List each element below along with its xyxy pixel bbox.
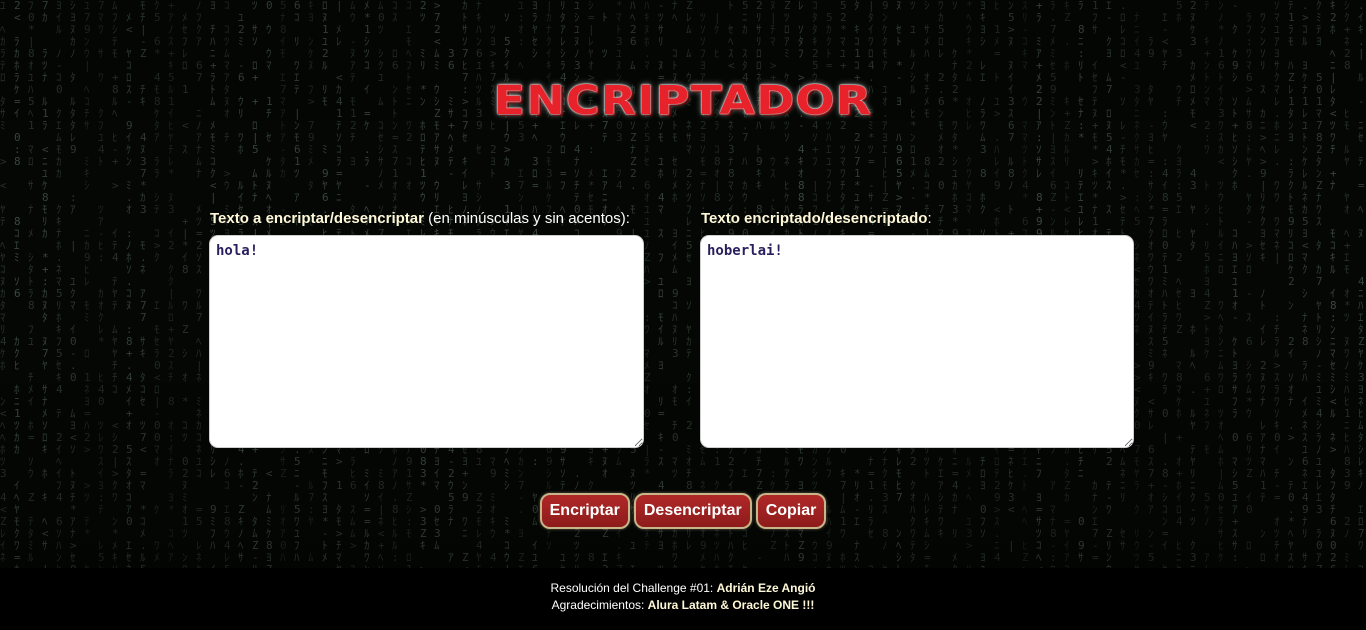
footer-author: Adrián Eze Angió (716, 581, 816, 595)
output-label-rest: : (927, 210, 932, 227)
copy-button[interactable]: Copiar (755, 493, 827, 529)
input-textarea[interactable] (209, 235, 644, 448)
footer: Resolución del Challenge #01: Adrián Eze… (0, 568, 1366, 630)
input-label-rest: (en minúsculas y sin acentos): (423, 210, 630, 227)
input-label-bold: Texto a encriptar/desencriptar (210, 210, 424, 227)
encrypt-button[interactable]: Encriptar (539, 493, 630, 529)
output-textarea[interactable] (700, 235, 1134, 448)
footer-credits: Resolución del Challenge #01: Adrián Eze… (0, 581, 1366, 595)
button-row: Encriptar Desencriptar Copiar (0, 493, 1366, 529)
output-label-bold: Texto encriptado/desencriptado (701, 210, 928, 227)
footer-thanks: Agradecimientos: Alura Latam & Oracle ON… (0, 598, 1366, 612)
output-label: Texto encriptado/desencriptado: (701, 210, 932, 227)
footer-credits-prefix: Resolución del Challenge #01: (550, 581, 717, 595)
decrypt-button[interactable]: Desencriptar (633, 493, 752, 529)
page-title: ENCRIPTADOR (493, 78, 873, 124)
input-label: Texto a encriptar/desencriptar (en minús… (210, 210, 630, 227)
page: . ｲ ｷ . | ﾙ - ﾆ ｾ ﾃ = ﾍ ﾇ 4 ﾆ ﾊ ｴ ﾀ Z ﾔ … (0, 0, 1366, 630)
footer-thanks-names: Alura Latam & Oracle ONE !!! (647, 598, 815, 612)
footer-thanks-prefix: Agradecimientos: (551, 598, 648, 612)
